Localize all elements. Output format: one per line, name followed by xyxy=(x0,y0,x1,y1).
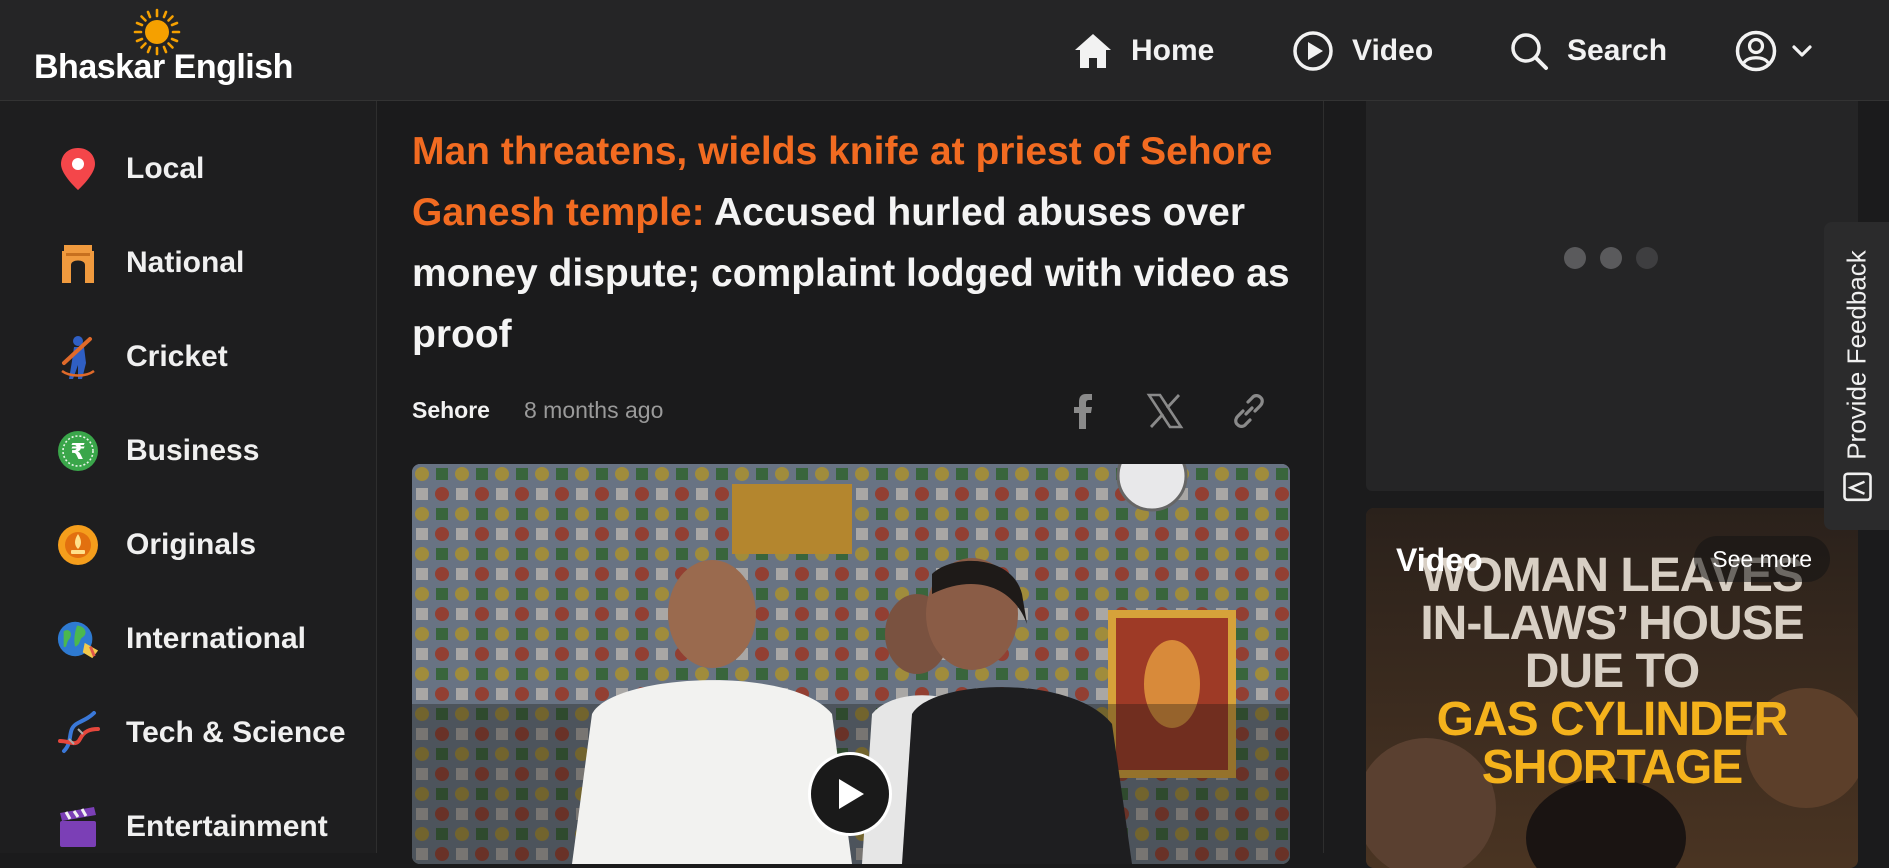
nav-video-label: Video xyxy=(1352,33,1434,67)
loading-dot xyxy=(1564,247,1586,269)
ad-placeholder xyxy=(1366,101,1858,491)
sidebar-item-business[interactable]: ₹ Business xyxy=(56,421,259,481)
rupee-coin-icon: ₹ xyxy=(56,429,100,473)
sidebar-item-international[interactable]: International xyxy=(56,609,306,669)
loading-dot xyxy=(1600,247,1622,269)
link-icon[interactable] xyxy=(1230,392,1268,435)
user-circle-icon xyxy=(1735,30,1777,71)
cricketer-icon xyxy=(56,335,100,379)
loading-dot xyxy=(1636,247,1658,269)
site-header: Bhaskar English Home Video Search xyxy=(0,0,1889,101)
sidebar-item-label: Local xyxy=(126,152,205,185)
search-icon xyxy=(1511,32,1548,70)
sidebar-item-local[interactable]: Local xyxy=(56,139,204,199)
logo-text: Bhaskar English xyxy=(34,48,293,86)
site-logo[interactable]: Bhaskar English xyxy=(32,8,293,88)
sidebar-item-label: Business xyxy=(126,434,260,467)
home-icon xyxy=(1075,33,1111,68)
thumbnail-line: IN-LAWS’ HOUSE xyxy=(1420,597,1804,650)
feedback-label: Provide Feedback xyxy=(1841,250,1871,460)
sidebar-item-label: Tech & Science xyxy=(126,716,346,749)
video-thumbnail-text: WOMAN LEAVES IN-LAWS’ HOUSE DUE TO GAS C… xyxy=(1366,552,1858,792)
sidebar-item-label: Originals xyxy=(126,528,257,561)
feedback-icon xyxy=(1842,472,1871,502)
play-button[interactable] xyxy=(808,752,892,836)
thumbnail-line: DUE TO xyxy=(1524,645,1700,698)
facebook-icon[interactable] xyxy=(1066,391,1100,436)
dna-icon xyxy=(56,711,100,755)
nav-home-label: Home xyxy=(1131,33,1215,67)
nav-search-label: Search xyxy=(1567,33,1668,67)
article-video-thumbnail[interactable] xyxy=(412,464,1290,864)
see-more-button[interactable]: See more xyxy=(1694,536,1830,582)
location-pin-icon xyxy=(56,147,100,191)
sidebar-item-label: National xyxy=(126,246,245,279)
play-circle-icon xyxy=(1293,30,1333,71)
sidebar-item-originals[interactable]: Originals xyxy=(56,515,256,575)
sidebar-item-label: Cricket xyxy=(126,340,228,373)
thumbnail-line: SHORTAGE xyxy=(1481,741,1743,794)
sidebar-item-cricket[interactable]: Cricket xyxy=(56,327,228,387)
nav-search[interactable]: Search xyxy=(1509,31,1667,71)
nav-home[interactable]: Home xyxy=(1073,31,1214,71)
globe-icon xyxy=(56,617,100,661)
clapperboard-icon xyxy=(56,805,100,849)
article-meta: Sehore 8 months ago xyxy=(412,397,663,424)
profile-menu-button[interactable] xyxy=(1735,30,1815,72)
sidebar-item-tech-science[interactable]: Tech & Science xyxy=(56,703,346,763)
chevron-down-icon xyxy=(1792,44,1812,57)
video-widget-title: Video xyxy=(1396,542,1483,578)
provide-feedback-tab[interactable]: Provide Feedback xyxy=(1824,222,1889,530)
article-time: 8 months ago xyxy=(523,397,664,423)
sidebar-item-national[interactable]: National xyxy=(56,233,244,293)
share-bar xyxy=(1066,391,1268,436)
article-location[interactable]: Sehore xyxy=(412,397,490,424)
nav-video[interactable]: Video xyxy=(1292,30,1433,72)
originals-badge-icon xyxy=(56,523,100,567)
sidebar-item-entertainment[interactable]: Entertainment xyxy=(56,797,328,857)
x-icon[interactable] xyxy=(1146,392,1184,435)
thumbnail-line: GAS CYLINDER xyxy=(1436,693,1789,746)
article-headline[interactable]: Man threatens, wields knife at priest of… xyxy=(412,121,1292,365)
sidebar-item-label: Entertainment xyxy=(126,810,328,843)
sidebar-item-label: International xyxy=(126,622,307,655)
category-sidebar: Local National Cricket ₹ Business Origin… xyxy=(0,101,377,853)
loading-dots xyxy=(1564,247,1658,269)
video-widget[interactable]: WOMAN LEAVES IN-LAWS’ HOUSE DUE TO GAS C… xyxy=(1366,508,1858,868)
india-gate-icon xyxy=(56,241,100,285)
article-main: Man threatens, wields knife at priest of… xyxy=(378,101,1324,864)
svg-text:₹: ₹ xyxy=(70,440,85,465)
play-icon xyxy=(839,779,864,809)
